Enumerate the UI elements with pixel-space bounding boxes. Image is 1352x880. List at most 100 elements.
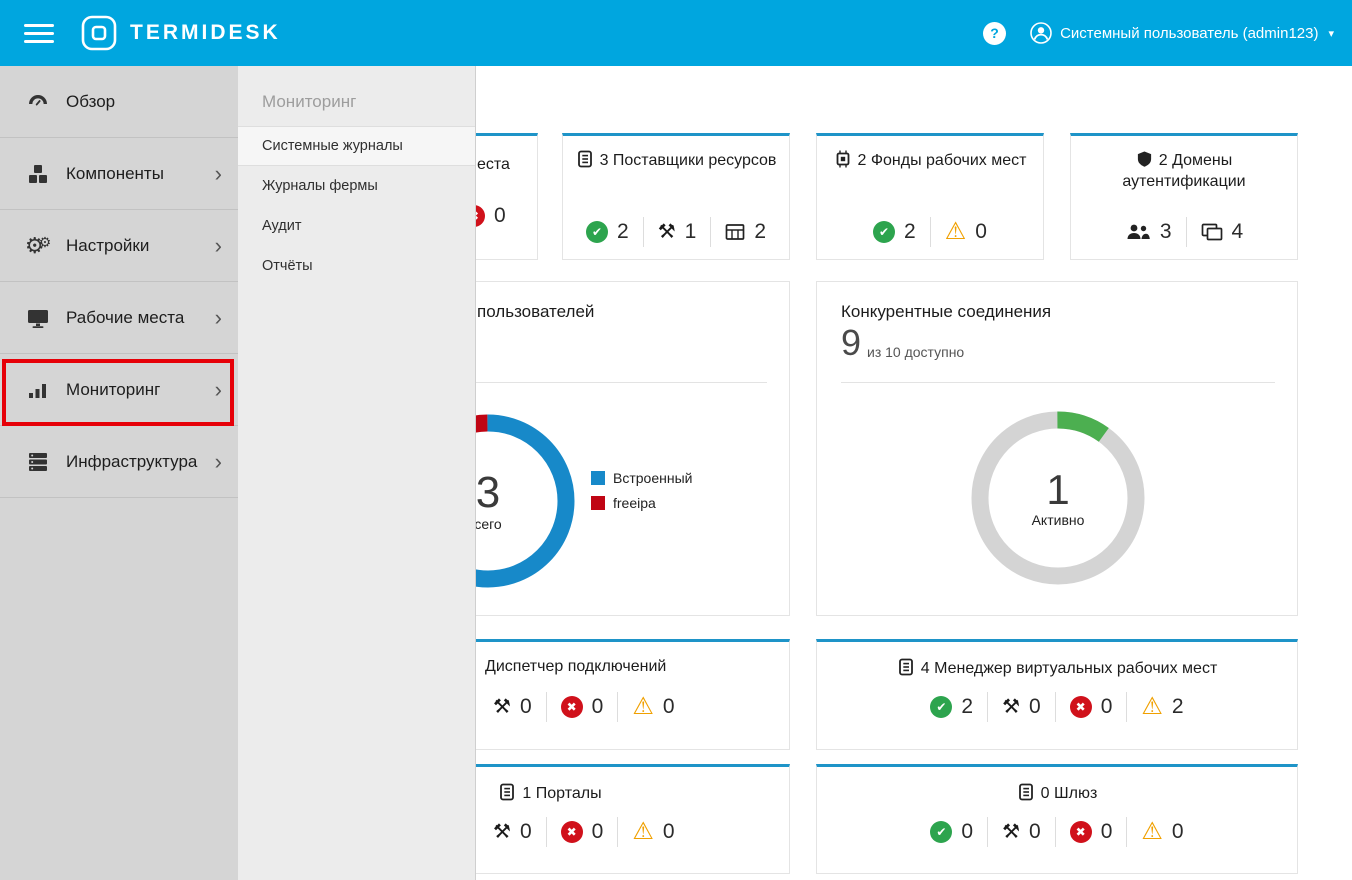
tools-icon: ⚒: [493, 822, 511, 842]
card-auth-domains: 2 Домены аутентификации 3 4: [1070, 133, 1298, 260]
error-circle-icon: ✖: [561, 821, 583, 843]
connections-available-subtitle: из 10 доступно: [867, 344, 964, 360]
status-count: 2: [617, 220, 629, 244]
user-menu[interactable]: Системный пользователь (admin123) ▾: [1030, 22, 1334, 44]
card-title: 0 Шлюз: [817, 783, 1297, 803]
chevron-right-icon: ›: [215, 379, 222, 401]
sidebar-item-label: Настройки: [66, 236, 149, 256]
warning-triangle-icon: ⚠: [945, 220, 967, 244]
tools-icon: ⚒: [1002, 697, 1020, 717]
user-icon: [1030, 22, 1052, 44]
users-icon: [1125, 223, 1151, 241]
grid-icon: [725, 223, 745, 241]
sidebar-item-label: Рабочие места: [66, 308, 184, 328]
status-count: 2: [1172, 695, 1184, 719]
sidebar-item-label: Инфраструктура: [66, 452, 197, 472]
status-ok: ✔ 2: [916, 692, 987, 722]
legend-item: freeipa: [591, 495, 692, 511]
sidebar-item-overview[interactable]: Обзор: [0, 66, 238, 138]
status-count: 0: [961, 820, 973, 844]
sidebar-item-infrastructure[interactable]: Инфраструктура ›: [0, 426, 238, 498]
card-resource-providers: 3 Поставщики ресурсов ✔ 2 ⚒ 1 2: [562, 133, 790, 260]
status-count: 0: [975, 220, 987, 244]
status-warning: ⚠ 0: [930, 217, 1001, 247]
menu-icon[interactable]: [24, 19, 54, 48]
sidebar-item-settings[interactable]: ⚙⚙ Настройки ›: [0, 210, 238, 282]
donut-label-fragment: сего: [474, 516, 501, 532]
card-title: 2 Фонды рабочих мест: [829, 150, 1031, 172]
sidebar-item-components[interactable]: Компоненты ›: [0, 138, 238, 210]
stat-users: 3: [1111, 217, 1186, 247]
warning-triangle-icon: ⚠: [1141, 820, 1163, 844]
chip-icon: [834, 150, 852, 168]
status-count: 0: [592, 820, 604, 844]
card-concurrent-connections: Конкурентные соединения 9 из 10 доступно…: [816, 281, 1298, 616]
status-count: 0: [1029, 820, 1041, 844]
status-warning: ⚠ 0: [1126, 817, 1197, 847]
legend-label: Встроенный: [613, 470, 692, 486]
check-circle-icon: ✔: [873, 221, 895, 243]
status-count: 0: [520, 820, 532, 844]
card-workplace-pools: 2 Фонды рабочих мест ✔ 2 ⚠ 0: [816, 133, 1044, 260]
dashboard-icon: [24, 90, 52, 114]
chart-legend: Встроенный freeipa: [591, 470, 692, 520]
error-circle-icon: ✖: [1070, 696, 1092, 718]
status-count: 0: [1101, 820, 1113, 844]
gauge-value: 1: [1046, 468, 1069, 512]
monitoring-submenu: Мониторинг Системные журналы Журналы фер…: [238, 66, 476, 880]
warning-triangle-icon: ⚠: [1141, 695, 1163, 719]
card-title-fragment: еста: [477, 156, 510, 174]
status-error: ✖ 0: [1055, 692, 1127, 722]
error-circle-icon: ✖: [1070, 821, 1092, 843]
status-maintenance: ⚒ 1: [643, 217, 711, 247]
status-ok: ✔ 2: [859, 217, 930, 247]
check-circle-icon: ✔: [930, 696, 952, 718]
tools-icon: ⚒: [1002, 822, 1020, 842]
shield-icon: [1136, 150, 1153, 168]
submenu-item-system-logs[interactable]: Системные журналы: [238, 126, 475, 166]
help-icon[interactable]: ?: [983, 22, 1006, 45]
status-count: 4: [1232, 220, 1244, 244]
status-count: 0: [663, 695, 675, 719]
error-circle-icon: ✖: [561, 696, 583, 718]
warning-triangle-icon: ⚠: [632, 820, 654, 844]
connections-gauge-center: 1 Активно: [963, 403, 1153, 593]
journal-icon: [576, 150, 594, 168]
submenu-title: Мониторинг: [238, 66, 475, 126]
status-count: 0: [592, 695, 604, 719]
submenu-item-reports[interactable]: Отчёты: [238, 246, 475, 286]
chart-title-fragment: пользователей: [477, 302, 594, 322]
submenu-item-audit[interactable]: Аудит: [238, 206, 475, 246]
user-label: Системный пользователь (admin123): [1060, 25, 1318, 42]
gear-icon: ⚙⚙: [24, 235, 52, 257]
status-count: 0: [663, 820, 675, 844]
status-ok: ✔ 0: [916, 817, 987, 847]
status-count: 3: [1160, 220, 1172, 244]
card-vdi-manager: 4 Менеджер виртуальных рабочих мест ✔ 2 …: [816, 639, 1298, 750]
sidebar-item-label: Компоненты: [66, 164, 164, 184]
monitor-icon: [24, 306, 52, 330]
termidesk-logo-icon: [80, 14, 118, 52]
chevron-right-icon: ›: [215, 235, 222, 257]
status-maintenance: ⚒ 0: [479, 692, 546, 722]
submenu-item-farm-logs[interactable]: Журналы фермы: [238, 166, 475, 206]
status-sessions: 2: [710, 217, 780, 247]
components-icon: [24, 162, 52, 186]
legend-swatch-red: [591, 496, 605, 510]
journal-icon: [498, 783, 516, 801]
status-count: 0: [494, 204, 506, 228]
sidebar-item-workplaces[interactable]: Рабочие места ›: [0, 282, 238, 354]
status-count: 2: [754, 220, 766, 244]
status-warning: ⚠ 0: [617, 817, 688, 847]
status-warning: ⚠ 2: [1126, 692, 1197, 722]
legend-swatch-blue: [591, 471, 605, 485]
chevron-right-icon: ›: [215, 307, 222, 329]
journal-icon: [1017, 783, 1035, 801]
status-count: 2: [961, 695, 973, 719]
card-gateway: 0 Шлюз ✔ 0 ⚒ 0 ✖ 0 ⚠ 0: [816, 764, 1298, 874]
screens-icon: [1201, 223, 1223, 241]
status-warning: ⚠ 0: [617, 692, 688, 722]
sidebar-item-monitoring[interactable]: Мониторинг ›: [0, 354, 238, 426]
chevron-right-icon: ›: [215, 451, 222, 473]
status-maintenance: ⚒ 0: [479, 817, 546, 847]
